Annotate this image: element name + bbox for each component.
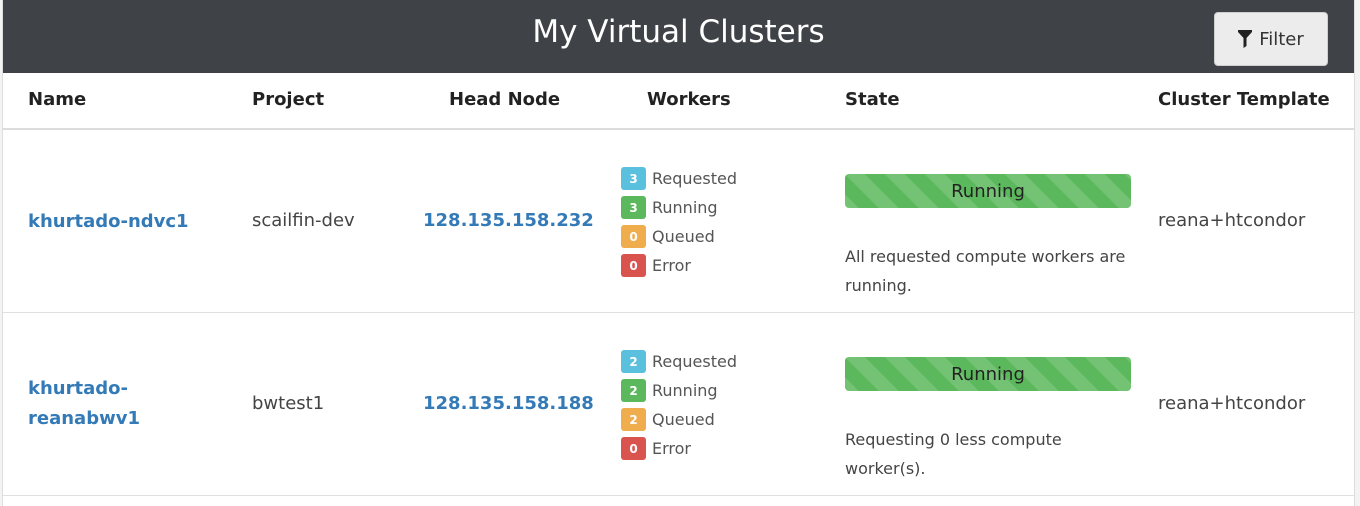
workers-requested: 2 Requested <box>621 347 737 376</box>
cluster-name-link[interactable]: khurtado-ndvc1 <box>28 207 189 237</box>
project-cell: bwtest1 <box>252 393 325 414</box>
state-message: All requested compute workers are runnin… <box>845 247 1126 295</box>
workers-requested-label: Requested <box>652 352 737 371</box>
workers-requested-label: Requested <box>652 169 737 188</box>
column-header-head-node[interactable]: Head Node <box>449 89 560 110</box>
workers-error-badge: 0 <box>621 254 646 277</box>
clusters-panel: My Virtual Clusters Filter Name Project … <box>2 0 1355 506</box>
cluster-name-line[interactable]: khurtado-ndvc1 <box>28 207 189 237</box>
workers-queued-badge: 0 <box>621 225 646 248</box>
state-progress-bar: Running <box>845 357 1131 391</box>
workers-error-badge: 0 <box>621 437 646 460</box>
column-header-cluster-template[interactable]: Cluster Template <box>1158 89 1330 110</box>
workers-requested-badge: 2 <box>621 350 646 373</box>
workers-running-badge: 2 <box>621 379 646 402</box>
workers-error-label: Error <box>652 439 691 458</box>
workers-error: 0 Error <box>621 251 737 280</box>
workers-requested-badge: 3 <box>621 167 646 190</box>
filter-icon <box>1238 30 1253 48</box>
cluster-name-line[interactable]: reanabwv1 <box>28 404 140 434</box>
table-header: Name Project Head Node Workers State Clu… <box>3 73 1354 130</box>
filter-button[interactable]: Filter <box>1214 12 1328 66</box>
workers-running-badge: 3 <box>621 196 646 219</box>
workers-error-label: Error <box>652 256 691 275</box>
column-header-state[interactable]: State <box>845 89 900 110</box>
workers-running: 2 Running <box>621 376 737 405</box>
filter-label: Filter <box>1259 28 1304 50</box>
state-label: Running <box>951 363 1025 385</box>
workers-requested: 3 Requested <box>621 164 737 193</box>
column-header-name[interactable]: Name <box>28 89 86 110</box>
table-row: khurtado- reanabwv1 bwtest1 128.135.158.… <box>3 313 1354 496</box>
table-row: khurtado-ndvc1 scailfin-dev 128.135.158.… <box>3 130 1354 313</box>
project-cell: scailfin-dev <box>252 210 355 231</box>
workers-list: 2 Requested 2 Running 2 Queued 0 Error <box>621 347 737 463</box>
workers-list: 3 Requested 3 Running 0 Queued 0 Error <box>621 164 737 280</box>
workers-error: 0 Error <box>621 434 737 463</box>
title-bar: My Virtual Clusters Filter <box>3 0 1354 73</box>
workers-running-label: Running <box>652 198 718 217</box>
cluster-name-link[interactable]: khurtado- reanabwv1 <box>28 374 140 434</box>
state-message: Requesting 0 less compute worker(s). <box>845 430 1062 478</box>
cluster-template-cell: reana+htcondor <box>1158 393 1306 414</box>
state-progress-bar: Running <box>845 174 1131 208</box>
workers-queued: 0 Queued <box>621 222 737 251</box>
state-label: Running <box>951 180 1025 202</box>
page-title: My Virtual Clusters <box>532 14 825 50</box>
workers-queued-badge: 2 <box>621 408 646 431</box>
cluster-template-cell: reana+htcondor <box>1158 210 1306 231</box>
workers-queued: 2 Queued <box>621 405 737 434</box>
column-header-project[interactable]: Project <box>252 89 324 110</box>
workers-running: 3 Running <box>621 193 737 222</box>
column-header-workers[interactable]: Workers <box>647 89 731 110</box>
cluster-name-line[interactable]: khurtado- <box>28 374 140 404</box>
head-node-link[interactable]: 128.135.158.232 <box>423 210 594 231</box>
workers-queued-label: Queued <box>652 227 715 246</box>
workers-queued-label: Queued <box>652 410 715 429</box>
workers-running-label: Running <box>652 381 718 400</box>
head-node-link[interactable]: 128.135.158.188 <box>423 393 594 414</box>
